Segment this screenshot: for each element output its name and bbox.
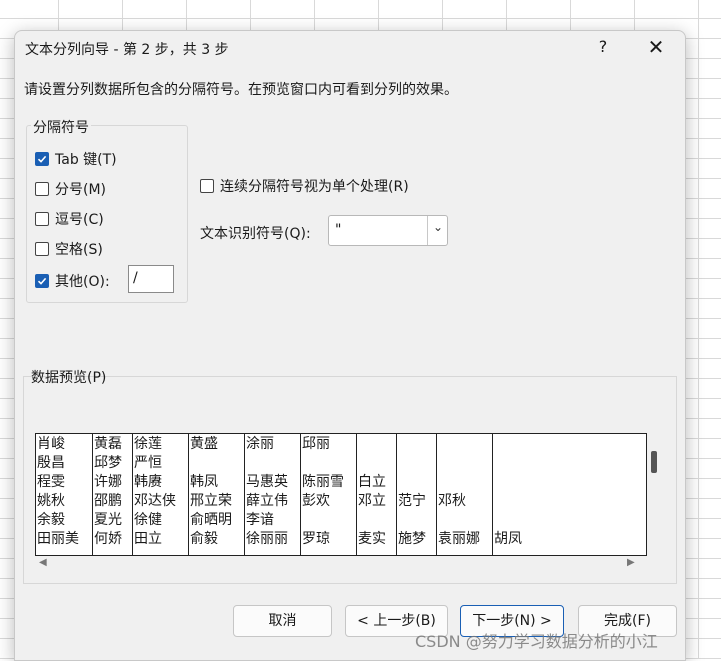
checkbox-checked-icon	[35, 152, 49, 166]
close-icon[interactable]: ✕	[643, 35, 669, 59]
preview-cell: 肖峻	[37, 436, 65, 452]
chevron-down-icon[interactable]: ⌄	[429, 220, 447, 234]
consecutive-delimiters-checkbox[interactable]: 连续分隔符号视为单个处理(R)	[200, 176, 409, 196]
preview-cell: 俞晒明	[190, 512, 232, 528]
preview-cell: 邱丽	[302, 436, 330, 452]
preview-cell: 黄磊	[94, 436, 122, 452]
preview-cell: 彭欢	[302, 493, 330, 509]
comma-checkbox-label: 逗号(C)	[55, 212, 104, 228]
checkbox-checked-icon	[35, 274, 49, 288]
preview-column[interactable]: 涂丽马惠英薛立伟李谙徐丽丽	[244, 434, 288, 555]
tab-checkbox-label: Tab 键(T)	[55, 152, 117, 168]
preview-cell: 涂丽	[246, 436, 274, 452]
preview-cell: 范宁	[398, 493, 426, 509]
preview-cell: 邵鹏	[94, 493, 122, 509]
preview-column[interactable]: 白立 邓立 麦实	[356, 434, 386, 555]
tab-checkbox[interactable]: Tab 键(T)	[35, 149, 117, 169]
preview-cell: 何娇	[94, 531, 122, 547]
preview-cell: 邓立	[358, 493, 386, 509]
scroll-right-icon[interactable]: ▶	[627, 557, 635, 568]
preview-cell: 邓达侠	[134, 493, 176, 509]
title-bar: 文本分列向导 - 第 2 步，共 3 步 ? ✕	[15, 31, 685, 65]
text-to-columns-dialog: 文本分列向导 - 第 2 步，共 3 步 ? ✕ 请设置分列数据所包含的分隔符号…	[14, 30, 686, 661]
space-checkbox-label: 空格(S)	[55, 242, 103, 258]
vertical-scrollbar-thumb[interactable]	[651, 451, 657, 473]
dialog-title: 文本分列向导 - 第 2 步，共 3 步	[25, 42, 229, 58]
preview-column[interactable]: 黄盛韩凤邢立荣俞晒明俞毅	[188, 434, 232, 555]
preview-cell: 俞毅	[190, 531, 218, 547]
preview-cell: 徐健	[134, 512, 162, 528]
preview-cell: 徐丽丽	[246, 531, 288, 547]
preview-cell: 殷昌	[37, 455, 65, 471]
watermark-text: CSDN @努力学习数据分析的小江	[415, 632, 658, 651]
comma-checkbox[interactable]: 逗号(C)	[35, 209, 104, 229]
preview-column[interactable]: 黄磊邱梦许娜邵鹏夏光何娇	[92, 434, 122, 555]
preview-cell: 邓秋	[438, 493, 466, 509]
checkbox-unchecked-icon	[200, 179, 214, 193]
consecutive-delimiters-label: 连续分隔符号视为单个处理(R)	[220, 179, 409, 195]
checkbox-unchecked-icon	[35, 182, 49, 196]
delimiters-group-label: 分隔符号	[31, 117, 91, 137]
preview-cell: 徐莲	[134, 436, 162, 452]
preview-cell: 白立	[358, 474, 386, 490]
semicolon-checkbox[interactable]: 分号(M)	[35, 179, 106, 199]
preview-column[interactable]: 徐莲严恒韩赓邓达侠徐健田立	[132, 434, 176, 555]
other-delimiter-input[interactable]: /	[128, 265, 174, 293]
preview-cell: 邢立荣	[190, 493, 232, 509]
preview-cell: 姚秋	[37, 493, 65, 509]
text-qualifier-value: "	[335, 222, 342, 238]
preview-cell: 李谙	[246, 512, 274, 528]
preview-cell: 马惠英	[246, 474, 288, 490]
preview-cell: 袁丽娜	[438, 531, 480, 547]
preview-cell: 田立	[134, 531, 162, 547]
preview-cell: 程雯	[37, 474, 65, 490]
preview-cell: 施梦	[398, 531, 426, 547]
text-qualifier-label: 文本识别符号(Q):	[200, 226, 311, 242]
select-divider	[427, 216, 428, 245]
preview-cell: 余毅	[37, 512, 65, 528]
instructions-text: 请设置分列数据所包含的分隔符号。在预览窗口内可看到分列的效果。	[24, 82, 458, 98]
preview-cell: 黄盛	[190, 436, 218, 452]
preview-cell: 麦实	[358, 531, 386, 547]
semicolon-checkbox-label: 分号(M)	[55, 182, 107, 198]
preview-cell: 田丽美	[37, 531, 79, 547]
space-checkbox[interactable]: 空格(S)	[35, 239, 103, 259]
preview-column[interactable]: 胡凤	[492, 434, 522, 555]
data-preview-grid[interactable]: 肖峻 殷昌 程雯 姚秋 余毅 田丽美 黄磊 邱梦 许娜 邵鹏 夏光 何娇 徐莲 严恒 韩赓 邓达侠 徐健 田立 黄盛…	[35, 433, 647, 556]
scroll-left-icon[interactable]: ◀	[39, 557, 47, 568]
preview-cell: 罗琼	[302, 531, 330, 547]
cancel-button[interactable]: 取消	[233, 605, 332, 637]
other-checkbox[interactable]: 其他(O):	[35, 271, 110, 291]
preview-cell: 胡凤	[494, 531, 522, 547]
preview-column[interactable]: 邱丽 陈丽雪 彭欢 罗琼	[300, 434, 344, 555]
preview-cell: 韩赓	[134, 474, 162, 490]
other-checkbox-label: 其他(O):	[55, 274, 110, 290]
text-qualifier-select[interactable]: " ⌄	[328, 215, 448, 246]
preview-cell: 陈丽雪	[302, 474, 344, 490]
data-preview-label: 数据预览(P)	[31, 370, 107, 386]
preview-column[interactable]: 范宁 施梦	[396, 434, 426, 555]
checkbox-unchecked-icon	[35, 242, 49, 256]
preview-cell: 邱梦	[94, 455, 122, 471]
checkbox-unchecked-icon	[35, 212, 49, 226]
help-icon[interactable]: ?	[593, 37, 613, 56]
preview-cell: 韩凤	[190, 474, 218, 490]
preview-cell: 许娜	[94, 474, 122, 490]
preview-cell: 严恒	[134, 455, 162, 471]
preview-column[interactable]: 邓秋 袁丽娜	[436, 434, 480, 555]
preview-cell: 夏光	[94, 512, 122, 528]
preview-cell: 薛立伟	[246, 493, 288, 509]
